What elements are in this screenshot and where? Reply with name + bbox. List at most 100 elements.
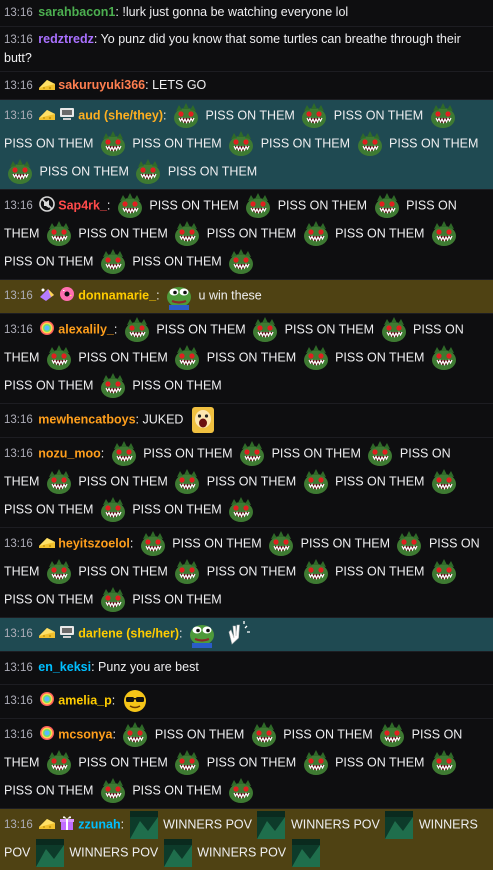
plant-monster-emote[interactable]	[99, 248, 127, 276]
plant-monster-emote[interactable]	[302, 344, 330, 372]
plant-monster-emote[interactable]	[123, 316, 151, 344]
computer-badge[interactable]	[58, 623, 76, 641]
message-text: PISS ON THEM	[277, 198, 368, 213]
plant-monster-emote[interactable]	[302, 468, 330, 496]
username[interactable]: sarahbacon1	[38, 5, 115, 19]
plant-monster-emote[interactable]	[173, 749, 201, 777]
plant-monster-emote[interactable]	[227, 496, 255, 524]
plant-monster-emote[interactable]	[250, 721, 278, 749]
plant-monster-emote[interactable]	[227, 777, 255, 805]
plant-monster-emote[interactable]	[6, 158, 34, 186]
plant-monster-emote[interactable]	[227, 130, 255, 158]
plant-monster-emote[interactable]	[302, 220, 330, 248]
plant-monster-emote[interactable]	[267, 530, 295, 558]
username[interactable]: mcsonya	[58, 727, 112, 741]
plant-monster-emote[interactable]	[380, 316, 408, 344]
sunglasses-emote[interactable]	[121, 687, 149, 715]
username[interactable]: darlene (she/her)	[78, 626, 179, 640]
cheese-badge[interactable]	[38, 623, 56, 641]
screaming-face-emote[interactable]	[189, 406, 217, 434]
username[interactable]: aud (she/they)	[78, 108, 163, 122]
pepe-emote[interactable]	[188, 620, 216, 648]
chat-message: 13:16 darlene (she/her):	[0, 617, 493, 651]
clap-hands-emote[interactable]	[223, 620, 251, 648]
username[interactable]: donnamarie_	[78, 288, 156, 302]
plant-monster-emote[interactable]	[373, 192, 401, 220]
plant-monster-emote[interactable]	[173, 344, 201, 372]
username[interactable]: alexalily_	[58, 322, 114, 336]
plant-monster-emote[interactable]	[45, 558, 73, 586]
plant-monster-emote[interactable]	[430, 344, 458, 372]
plant-monster-emote[interactable]	[99, 496, 127, 524]
plant-monster-emote[interactable]	[99, 372, 127, 400]
winners-pov-emote[interactable]	[385, 811, 414, 839]
username[interactable]: amelia_p	[58, 693, 112, 707]
username[interactable]: en_keksi	[38, 660, 91, 674]
prism-badge[interactable]	[38, 285, 56, 303]
plant-monster-emote[interactable]	[429, 102, 457, 130]
plant-monster-emote[interactable]	[227, 248, 255, 276]
plant-monster-emote[interactable]	[302, 749, 330, 777]
plant-monster-emote[interactable]	[45, 344, 73, 372]
plant-monster-emote[interactable]	[99, 777, 127, 805]
plant-monster-emote[interactable]	[244, 192, 272, 220]
username[interactable]: nozu_moo	[38, 446, 101, 460]
plant-monster-emote[interactable]	[430, 468, 458, 496]
plant-monster-emote[interactable]	[378, 721, 406, 749]
plant-monster-emote[interactable]	[121, 721, 149, 749]
username[interactable]: zzunah	[78, 817, 120, 831]
no-audio-badge[interactable]	[38, 195, 56, 213]
message-text: PISS ON THEM	[143, 446, 233, 461]
plant-monster-emote[interactable]	[302, 558, 330, 586]
plant-monster-emote[interactable]	[99, 586, 127, 614]
plant-monster-emote[interactable]	[300, 102, 328, 130]
computer-badge[interactable]	[58, 105, 76, 123]
cheese-badge[interactable]	[38, 814, 56, 832]
plant-monster-emote[interactable]	[45, 749, 73, 777]
rainbow-badge[interactable]	[38, 319, 56, 337]
plant-monster-emote[interactable]	[430, 749, 458, 777]
timestamp: 13:16	[4, 628, 33, 641]
cheese-badge[interactable]	[38, 533, 56, 551]
plant-monster-emote[interactable]	[45, 220, 73, 248]
plant-monster-emote[interactable]	[99, 130, 127, 158]
timestamp: 13:16	[4, 34, 33, 46]
donut-badge[interactable]	[58, 285, 76, 303]
rainbow-badge[interactable]	[38, 690, 56, 708]
winners-pov-emote[interactable]	[129, 811, 158, 839]
plant-monster-emote[interactable]	[238, 440, 266, 468]
cheese-badge[interactable]	[38, 75, 56, 93]
plant-monster-emote[interactable]	[110, 440, 138, 468]
username[interactable]: redztredz	[38, 32, 94, 46]
username[interactable]: mewhencatboys	[38, 412, 135, 426]
message-text: WINNERS POV	[290, 817, 380, 832]
chat-message: 13:16 en_keksi: Punz you are best	[0, 651, 493, 684]
message-text: PISS ON THEM	[389, 136, 479, 151]
pepe-emote[interactable]	[165, 282, 193, 310]
plant-monster-emote[interactable]	[366, 440, 394, 468]
plant-monster-emote[interactable]	[395, 530, 423, 558]
plant-monster-emote[interactable]	[173, 558, 201, 586]
plant-monster-emote[interactable]	[430, 558, 458, 586]
plant-monster-emote[interactable]	[430, 220, 458, 248]
cheese-badge[interactable]	[38, 105, 56, 123]
winners-pov-emote[interactable]	[291, 839, 320, 867]
plant-monster-emote[interactable]	[173, 220, 201, 248]
gift-badge[interactable]	[58, 814, 76, 832]
plant-monster-emote[interactable]	[173, 468, 201, 496]
winners-pov-emote[interactable]	[257, 811, 286, 839]
plant-monster-emote[interactable]	[356, 130, 384, 158]
username[interactable]: heyitszoelol	[58, 536, 130, 550]
plant-monster-emote[interactable]	[116, 192, 144, 220]
message-text: PISS ON THEM	[206, 474, 297, 489]
rainbow-badge[interactable]	[38, 724, 56, 742]
plant-monster-emote[interactable]	[45, 468, 73, 496]
username[interactable]: sakuruyuki366	[58, 78, 145, 92]
username[interactable]: Sap4rk_	[58, 198, 107, 212]
plant-monster-emote[interactable]	[251, 316, 279, 344]
plant-monster-emote[interactable]	[134, 158, 162, 186]
winners-pov-emote[interactable]	[163, 839, 192, 867]
plant-monster-emote[interactable]	[139, 530, 167, 558]
winners-pov-emote[interactable]	[35, 839, 64, 867]
plant-monster-emote[interactable]	[172, 102, 200, 130]
